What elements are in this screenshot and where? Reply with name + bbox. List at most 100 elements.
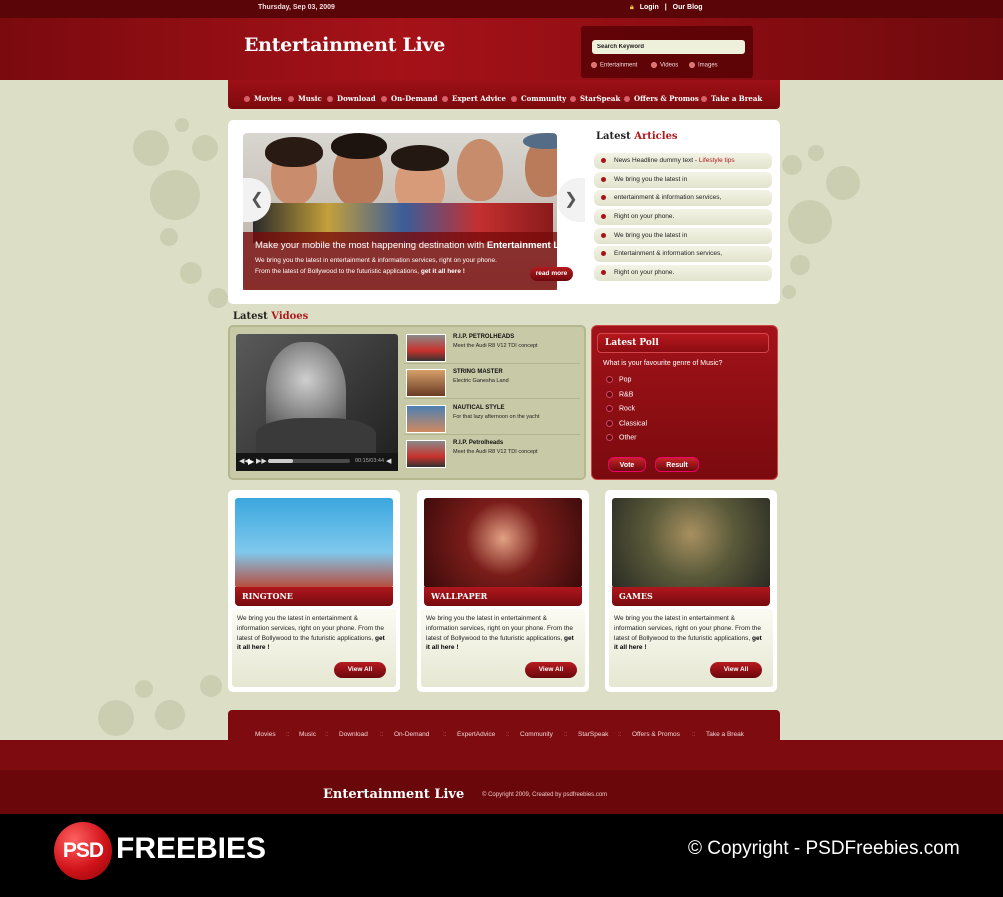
radio-icon[interactable] [606, 391, 613, 398]
bullet-icon [601, 158, 606, 163]
article-item[interactable]: Entertainment & information services, [594, 246, 772, 262]
card-games: GAMES We bring you the latest in enterta… [605, 490, 777, 692]
nav-download[interactable]: Download [327, 94, 376, 103]
view-all-button[interactable]: View All [334, 662, 386, 678]
play-icon[interactable]: ▶ [248, 457, 254, 466]
card-title: RINGTONE [235, 587, 393, 606]
radio-icon[interactable] [606, 376, 613, 383]
footer-link-offers-promos[interactable]: Offers & Promos [632, 731, 680, 738]
poll-option-classical[interactable]: Classical [606, 420, 647, 427]
nav-movies[interactable]: Movies [244, 94, 282, 103]
footer-link-take-a-break[interactable]: Take a Break [706, 731, 744, 738]
article-item[interactable]: We bring you the latest in [594, 228, 772, 244]
footer-link-download[interactable]: Download [339, 731, 368, 738]
top-bar [0, 0, 1003, 18]
freebies-wordmark: FREEBIES [116, 832, 267, 865]
current-date: Thursday, Sep 03, 2009 [258, 4, 335, 11]
bullet-icon [601, 251, 606, 256]
hero-title: Make your mobile the most happening dest… [255, 240, 576, 251]
poll-option-rnb[interactable]: R&B [606, 391, 633, 398]
card-text: We bring you the latest in entertainment… [614, 615, 762, 652]
nav-starspeak[interactable]: StarSpeak [570, 94, 620, 103]
radio-icon [651, 62, 657, 68]
site-logo[interactable]: Entertainment Live [244, 34, 445, 56]
bullet-icon [624, 96, 630, 102]
games-image [612, 498, 770, 588]
footer-link-starspeak[interactable]: StarSpeak [578, 731, 608, 738]
watermark-copyright: © Copyright - PSDFreebies.com [688, 838, 960, 859]
read-more-button[interactable]: read more [530, 267, 573, 281]
footer-link-expert-advice[interactable]: ExpertAdvice [457, 731, 495, 738]
video-list-item[interactable]: R.I.P. Petrolheads Meet the Audi R8 V12 … [404, 437, 580, 470]
article-item[interactable]: Right on your phone. [594, 209, 772, 225]
bullet-icon [601, 195, 606, 200]
chevron-left-icon: ❮ [250, 191, 264, 208]
bullet-icon [601, 214, 606, 219]
bullet-icon [570, 96, 576, 102]
poll-option-rock[interactable]: Rock [606, 405, 635, 412]
video-list-item[interactable]: NAUTICAL STYLE For that lazy afternoon o… [404, 402, 580, 435]
search-option-label: Entertainment [600, 62, 638, 69]
article-item[interactable]: Right on your phone. [594, 265, 772, 281]
nav-take-a-break[interactable]: Take a Break [701, 94, 762, 103]
footer-link-on-demand[interactable]: On-Demand [394, 731, 429, 738]
search-option-label: Videos [660, 62, 679, 69]
nav-label: On-Demand [391, 94, 438, 103]
nav-music[interactable]: Music [288, 94, 322, 103]
article-item[interactable]: We bring you the latest in [594, 172, 772, 188]
poll-title: Latest Poll [605, 338, 659, 348]
nav-on-demand[interactable]: On-Demand [381, 94, 438, 103]
video-desc: Electric Ganesha Land [453, 378, 509, 384]
footer-logo[interactable]: Entertainment Live [323, 787, 464, 802]
bullet-icon [701, 96, 707, 102]
card-ringtone: RINGTONE We bring you the latest in ente… [228, 490, 400, 692]
search-input[interactable] [592, 40, 745, 54]
poll-option-other[interactable]: Other [606, 434, 637, 441]
video-title: NAUTICAL STYLE [453, 405, 505, 411]
nav-offers-promos[interactable]: Offers & Promos [624, 94, 699, 103]
card-text: We bring you the latest in entertainment… [426, 615, 574, 652]
search-option-images[interactable]: Images [689, 62, 718, 69]
video-list-item[interactable]: STRING MASTER Electric Ganesha Land [404, 366, 580, 399]
video-desc: Meet the Audi R8 V12 TDI concept [453, 343, 538, 349]
radio-icon [591, 62, 597, 68]
radio-icon[interactable] [606, 434, 613, 441]
footer-separator: :: [443, 731, 447, 738]
radio-icon [689, 62, 695, 68]
video-title: STRING MASTER [453, 369, 503, 375]
view-all-button[interactable]: View All [710, 662, 762, 678]
video-thumbnail [406, 369, 446, 397]
volume-icon[interactable]: ◀ [386, 457, 391, 465]
video-player[interactable] [236, 334, 398, 471]
video-list-item[interactable]: R.I.P. PETROLHEADS Meet the Audi R8 V12 … [404, 331, 580, 364]
result-button[interactable]: Result [655, 457, 699, 472]
radio-icon[interactable] [606, 405, 613, 412]
search-option-videos[interactable]: Videos [651, 62, 678, 69]
radio-icon[interactable] [606, 420, 613, 427]
poll-option-label: Rock [619, 405, 635, 413]
footer-link-music[interactable]: Music [299, 731, 316, 738]
ringtone-image [235, 498, 393, 588]
forward-icon[interactable]: ▶▶ [256, 457, 267, 465]
footer-link-community[interactable]: Community [520, 731, 553, 738]
nav-label: Take a Break [711, 94, 763, 103]
article-item[interactable]: News Headline dummy text - Lifestyle tip… [594, 153, 772, 169]
poll-option-pop[interactable]: Pop [606, 376, 631, 383]
video-desc: For that lazy afternoon on the yacht [453, 414, 540, 420]
article-item[interactable]: entertainment & information services, [594, 190, 772, 206]
our-blog-link[interactable]: Our Blog [673, 4, 703, 11]
view-all-button[interactable]: View All [525, 662, 577, 678]
nav-expert-advice[interactable]: Expert Advice [442, 94, 506, 103]
bullet-icon [442, 96, 448, 102]
nav-community[interactable]: Community [511, 94, 566, 103]
footer-copyright: © Copyright 2009, Created by psdfreebies… [482, 792, 608, 798]
search-option-entertainment[interactable]: Entertainment [591, 62, 637, 69]
bullet-icon [601, 233, 606, 238]
vote-button[interactable]: Vote [608, 457, 646, 472]
poll-option-label: Pop [619, 376, 632, 384]
bullet-icon [244, 96, 250, 102]
nav-label: Expert Advice [452, 94, 506, 103]
lock-icon: 🔒︎ [630, 4, 634, 11]
login-link[interactable]: Login [640, 4, 659, 11]
footer-link-movies[interactable]: Movies [255, 731, 276, 738]
